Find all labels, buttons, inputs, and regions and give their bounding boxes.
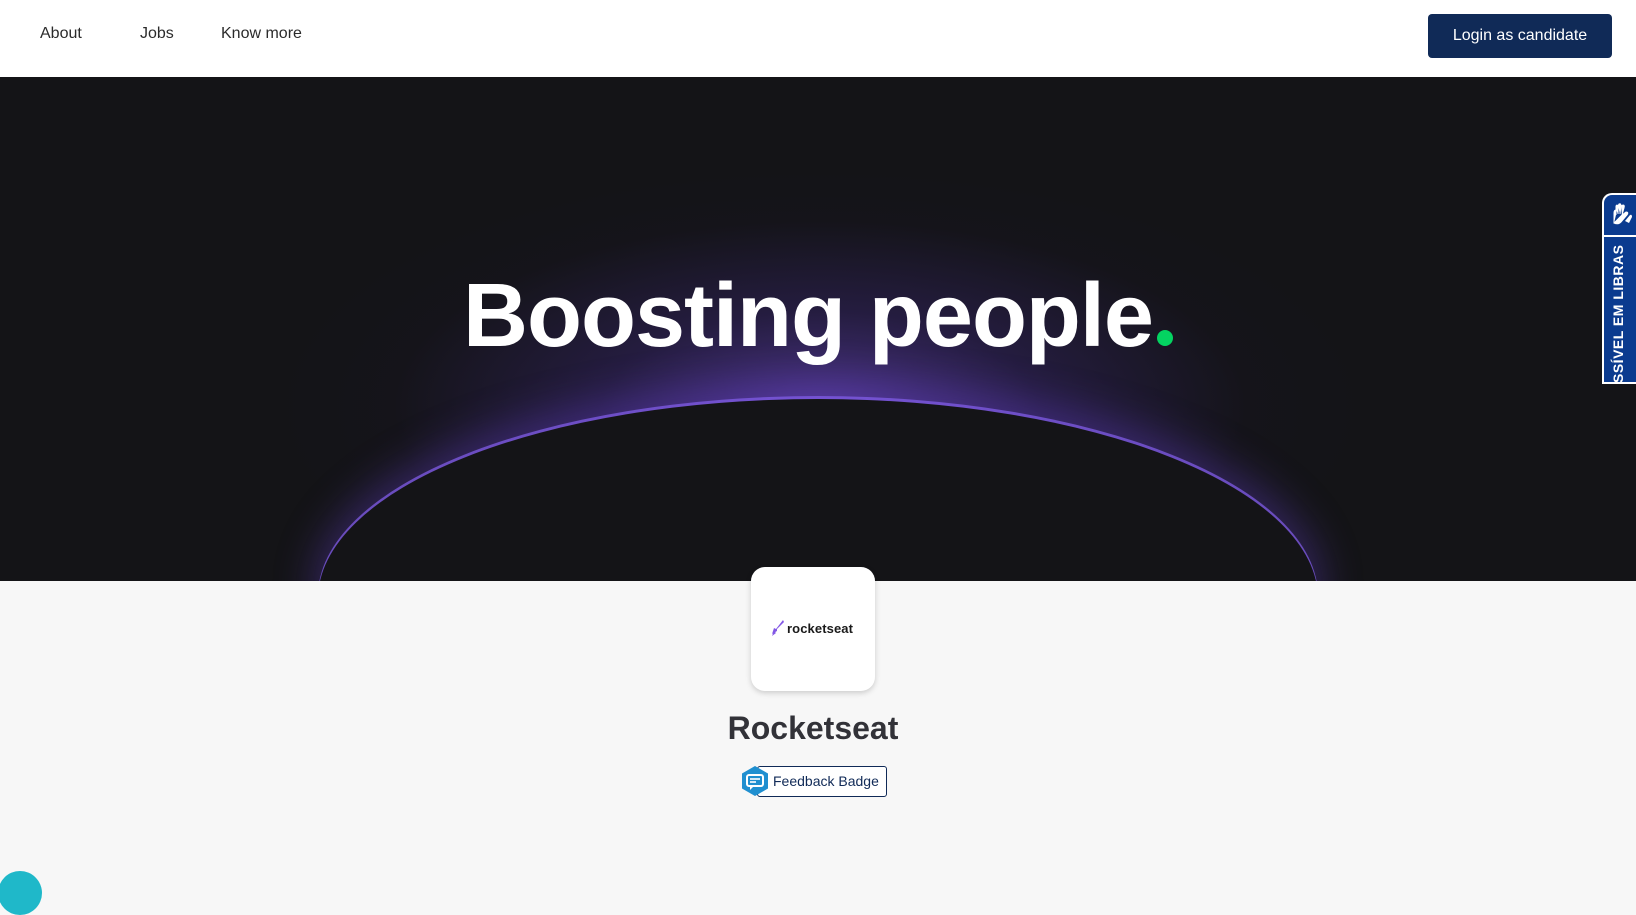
company-logo-card: rocketseat: [751, 567, 875, 691]
company-logo: rocketseat: [771, 619, 861, 639]
nav-link-about[interactable]: About: [40, 25, 82, 43]
login-as-candidate-button[interactable]: Login as candidate: [1428, 14, 1612, 58]
company-name: Rocketseat: [727, 710, 899, 746]
hero-banner: Boosting people: [0, 77, 1636, 581]
rocket-icon: [772, 620, 784, 636]
nav-link-know-more[interactable]: Know more: [221, 25, 302, 43]
feedback-hexagon-icon: [742, 766, 768, 796]
libras-accessibility-widget[interactable]: SSÍVEL EM LIBRAS: [1602, 193, 1636, 384]
nav-link-jobs[interactable]: Jobs: [140, 25, 174, 43]
sign-language-hands-icon: [1613, 203, 1632, 225]
feedback-badge-label: Feedback Badge: [773, 773, 879, 789]
libras-label: SSÍVEL EM LIBRAS: [1610, 244, 1626, 383]
top-navigation: About Jobs Know more Login as candidate: [0, 0, 1636, 77]
hero-title-dot: [1156, 330, 1173, 346]
chat-bubble-icon[interactable]: [0, 871, 42, 915]
libras-divider: [1604, 235, 1636, 237]
company-logo-text: rocketseat: [787, 621, 854, 636]
hero-title: Boosting people: [0, 265, 1636, 368]
hero-title-text: Boosting people: [463, 266, 1154, 366]
feedback-badge-button[interactable]: Feedback Badge: [739, 765, 887, 797]
